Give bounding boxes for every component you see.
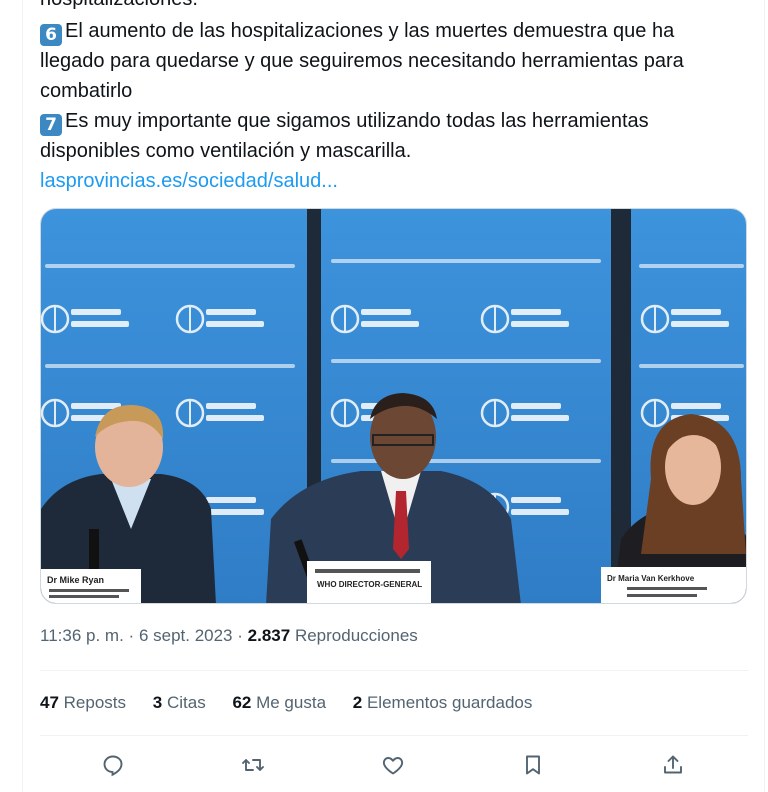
meta-separator: · xyxy=(237,626,243,645)
like-icon xyxy=(382,757,404,775)
keycap-7-icon: 7 xyxy=(40,114,62,136)
tweet-text: hospitalizaciones. 6El aumento de las ho… xyxy=(40,0,755,196)
engagement-stats: 47 Reposts 3 Citas 62 Me gusta 2 Element… xyxy=(40,693,554,713)
reply-icon xyxy=(103,755,123,777)
tweet-date[interactable]: 6 sept. 2023 xyxy=(139,626,233,645)
tweet-text-cutoff-line: hospitalizaciones. xyxy=(40,0,755,16)
reply-button[interactable] xyxy=(98,750,128,780)
bookmark-icon xyxy=(526,755,540,775)
like-button[interactable] xyxy=(378,750,408,780)
bookmarks-stat[interactable]: 2 Elementos guardados xyxy=(353,693,533,712)
likes-stat[interactable]: 62 Me gusta xyxy=(232,693,326,712)
views-count: 2.837 xyxy=(247,626,291,645)
divider-bottom xyxy=(40,735,748,736)
nameplate-left-text: Dr Mike Ryan xyxy=(47,575,104,585)
column-border-right xyxy=(764,0,765,792)
tweet-media-photo[interactable]: Dr Mike Ryan WHO DIRECTOR-GENERAL Dr Mar… xyxy=(40,208,747,604)
share-icon xyxy=(664,755,682,774)
action-bar xyxy=(40,742,748,790)
keycap-6-icon: 6 xyxy=(40,24,62,46)
views-label: Reproducciones xyxy=(294,626,418,645)
quotes-stat[interactable]: 3 Citas xyxy=(153,693,206,712)
nameplate-center-text: WHO DIRECTOR-GENERAL xyxy=(317,580,422,589)
share-button[interactable] xyxy=(658,750,688,780)
tweet-detail: hospitalizaciones. 6El aumento de las ho… xyxy=(0,0,768,792)
divider-top xyxy=(40,670,748,671)
retweet-icon xyxy=(242,759,264,771)
retweet-button[interactable] xyxy=(238,750,268,780)
point-7-line-2: disponibles como ventilación y mascarill… xyxy=(40,140,412,162)
point-6-line-3: combatirlo xyxy=(40,80,133,102)
tweet-time[interactable]: 11:36 p. m. xyxy=(40,626,124,645)
meta-separator: · xyxy=(128,626,135,645)
point-7-line-1: 7 Es muy importante que sigamos utilizand… xyxy=(40,106,755,136)
bookmark-button[interactable] xyxy=(518,750,548,780)
press-conference-photo: Dr Mike Ryan WHO DIRECTOR-GENERAL Dr Mar… xyxy=(41,209,746,603)
nameplate-right-text: Dr Maria Van Kerkhove xyxy=(607,574,695,583)
tweet-meta: 11:36 p. m. · 6 sept. 2023 · 2.837 Repro… xyxy=(40,626,418,646)
point-6-line-2: llegado para quedarse y que seguiremos n… xyxy=(40,50,684,72)
column-border-left xyxy=(22,0,23,792)
tweet-link[interactable]: lasprovincias.es/sociedad/salud... xyxy=(40,170,338,192)
reposts-stat[interactable]: 47 Reposts xyxy=(40,693,126,712)
point-6-line-1: 6 El aumento de las hospitalizaciones y l… xyxy=(40,16,755,46)
